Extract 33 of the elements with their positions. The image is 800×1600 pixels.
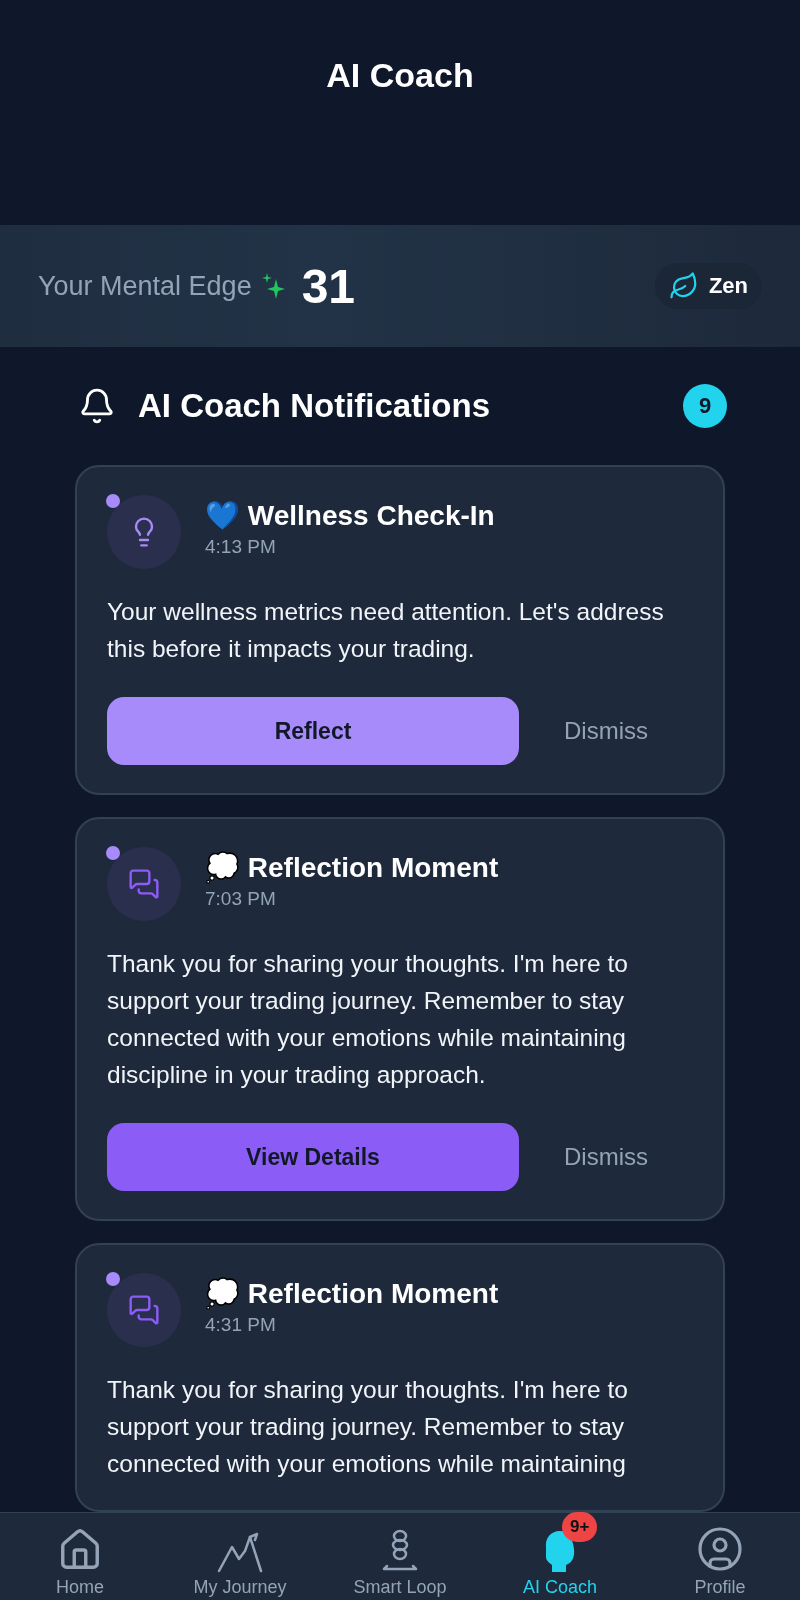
- notification-title: 💭 Reflection Moment: [205, 851, 499, 884]
- profile-icon: [696, 1525, 744, 1573]
- notification-text: Thank you for sharing your thoughts. I'm here to support your trading journey. Remember to stay connected with your emotions while maintaining discipline in your trading approach.: [107, 949, 629, 1090]
- dismiss-button[interactable]: Dismiss: [519, 717, 693, 745]
- dismiss-button[interactable]: Dismiss: [519, 1143, 693, 1171]
- mountain-icon: [217, 1531, 263, 1573]
- mode-pill[interactable]: Zen: [654, 263, 762, 309]
- section-title: AI Coach Notifications: [138, 387, 491, 425]
- notification-time: 4:31 PM: [205, 1314, 277, 1336]
- mental-edge-label: Your Mental Edge: [38, 270, 252, 302]
- tab-item[interactable]: Profile: [640, 1513, 800, 1600]
- tab-item[interactable]: Home: [0, 1513, 160, 1600]
- chat-bubbles-icon: [128, 868, 160, 900]
- notification-title: 💙 Wellness Check-In: [205, 499, 495, 532]
- tab-item[interactable]: Smart Loop: [320, 1513, 480, 1600]
- action-button[interactable]: View Details: [107, 1123, 519, 1191]
- bell-icon: [78, 387, 116, 425]
- screen-title: AI Coach: [326, 56, 474, 96]
- notification-count: 9: [683, 384, 727, 428]
- notification-time: 7:03 PM: [205, 888, 277, 910]
- leaf-icon: [668, 271, 699, 301]
- notification-title: 💭 Reflection Moment: [205, 1277, 499, 1310]
- tab-item[interactable]: AI Coach 9+: [480, 1513, 640, 1600]
- notification-text: Your wellness metrics need attention. Let's address this before it impacts your trading.: [107, 597, 665, 664]
- chat-bubbles-icon: [128, 1294, 160, 1326]
- sparkle-icon: [261, 273, 286, 299]
- notification-time: 4:13 PM: [205, 536, 277, 558]
- tab-badge: 9+: [562, 1512, 598, 1542]
- tab-item[interactable]: My Journey: [160, 1513, 320, 1600]
- action-button[interactable]: Reflect: [107, 697, 519, 765]
- mental-edge-score: 31: [301, 258, 356, 314]
- notification-text: Thank you for sharing your thoughts. I'm here to support your trading journey. Remember to stay connected with your emotions while maintaining: [107, 1375, 629, 1479]
- coil-icon: [380, 1529, 420, 1573]
